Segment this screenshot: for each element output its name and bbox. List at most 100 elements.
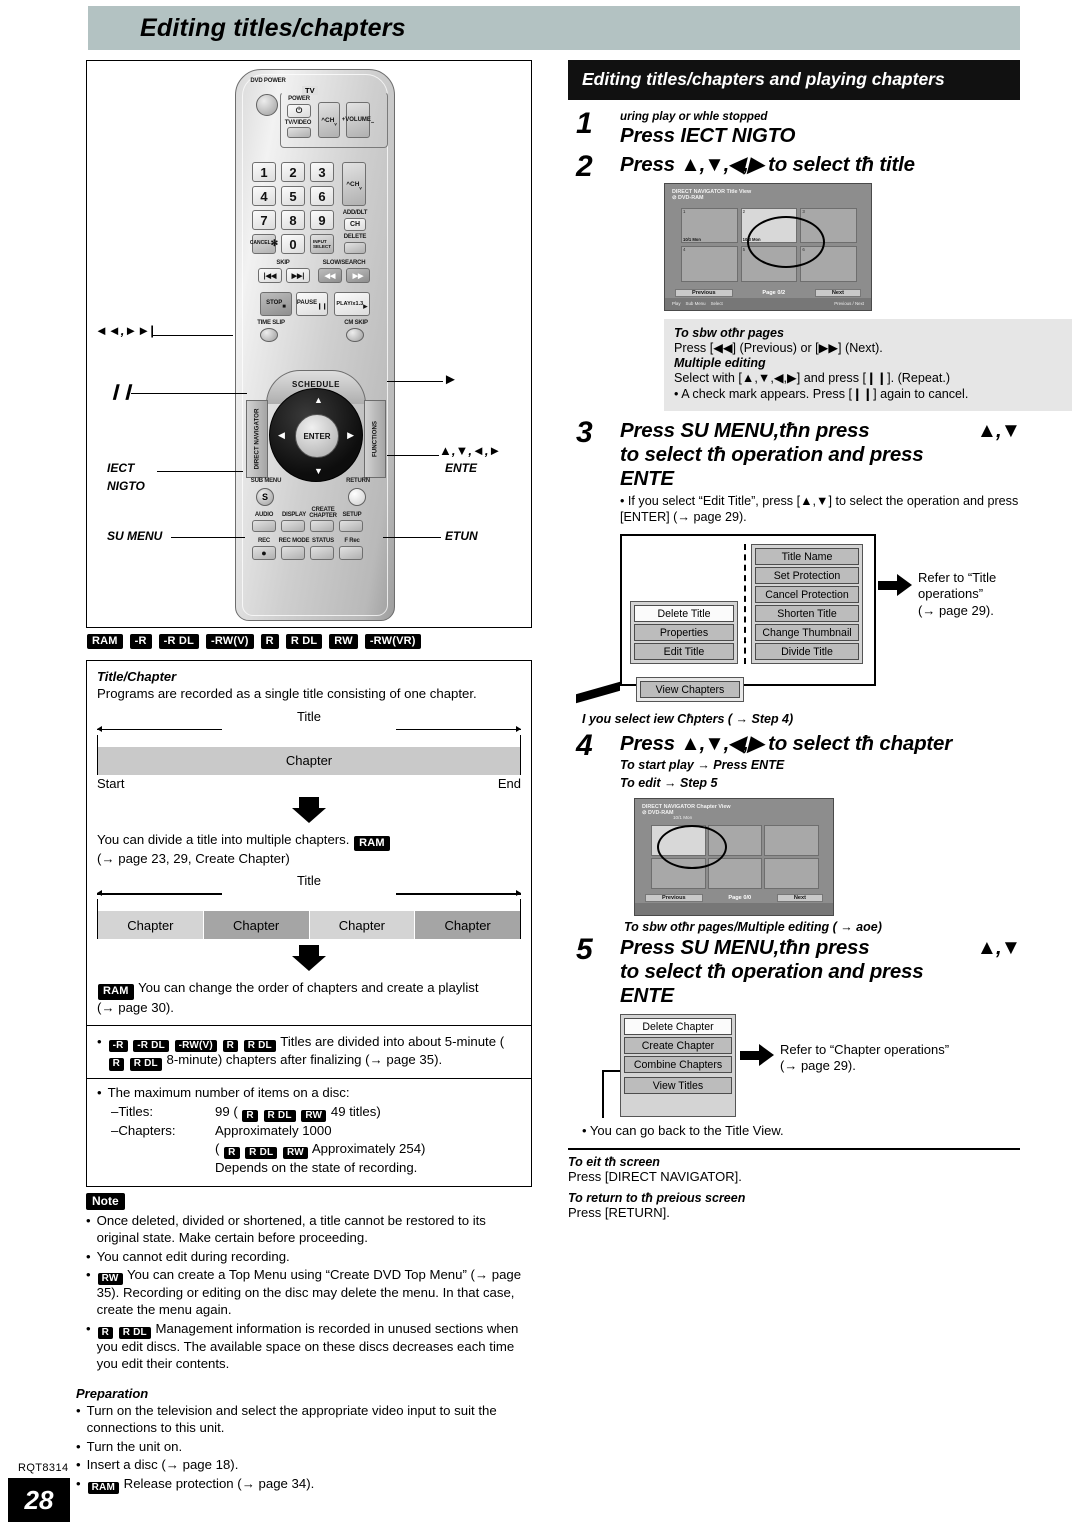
menu-item-cancel-protection[interactable]: Cancel Protection: [755, 586, 859, 604]
next-button[interactable]: Next: [814, 288, 861, 297]
step-4-cursor-keys-icon: ▲,▼,◀,▶: [680, 732, 763, 756]
multi-chapter-diagram: Title Chapter Chapter Chapter Chapter: [97, 873, 521, 940]
menu-item-create-chapter[interactable]: Create Chapter: [624, 1037, 732, 1055]
divide-text: You can divide a title into multiple cha…: [97, 832, 521, 851]
bullet-dot: •: [86, 1267, 91, 1283]
status-button[interactable]: [310, 546, 334, 560]
chapter-cell: Chapter: [98, 746, 520, 775]
stop-button[interactable]: STOP ■: [260, 292, 292, 316]
enter-button[interactable]: ENTER: [295, 414, 339, 458]
time-slip-button[interactable]: [260, 328, 278, 342]
slow-search-rewind-button[interactable]: ◀◀: [318, 268, 342, 283]
cursor-wheel[interactable]: ▲ ▼ ◀ ▶ ENTER: [269, 388, 363, 482]
header-divider: [88, 52, 1020, 55]
numeric-key-4[interactable]: 4: [252, 186, 276, 206]
numeric-key-6[interactable]: 6: [310, 186, 334, 206]
cursor-down-icon[interactable]: ▼: [314, 467, 323, 476]
preparation-text: Turn the unit on.: [86, 1438, 183, 1454]
step-1-headline: Press IECT NIGTO: [620, 124, 796, 148]
return-button[interactable]: [348, 488, 366, 506]
cursor-left-icon[interactable]: ◀: [278, 431, 285, 440]
numeric-key-1[interactable]: 1: [252, 162, 276, 182]
chapter-thumbnail[interactable]: [764, 824, 819, 856]
title-refer-l1: Refer to “Title: [918, 570, 997, 586]
sub-menu-button[interactable]: S: [256, 488, 274, 506]
f-rec-button[interactable]: [339, 546, 363, 560]
cursor-right-icon[interactable]: ▶: [347, 431, 354, 440]
menu-item-view-titles[interactable]: View Titles: [624, 1077, 732, 1095]
disc-badge: -RW(V): [206, 634, 254, 650]
menu-item-set-protection[interactable]: Set Protection: [755, 567, 859, 585]
step-number: 1: [576, 107, 593, 141]
step-4-headline-pre: Press: [620, 732, 675, 756]
menu-item-change-thumbnail[interactable]: Change Thumbnail: [755, 624, 859, 642]
disc-badge: RAM: [87, 1482, 119, 1495]
functions-button[interactable]: FUNCTIONS: [364, 400, 386, 478]
menu-item-combine-chapters[interactable]: Combine Chapters: [624, 1056, 732, 1074]
title-menu-diagram: Delete Title Properties Edit Title Title…: [620, 534, 1020, 703]
rec-mode-button[interactable]: [281, 546, 305, 560]
skip-next-button[interactable]: ▶▶|: [286, 268, 310, 283]
create-chapter-button[interactable]: [310, 520, 334, 532]
menu-item-properties[interactable]: Properties: [634, 624, 734, 642]
cancel-button[interactable]: CANCEL ✻: [250, 234, 278, 254]
cm-skip-button[interactable]: [346, 328, 364, 342]
label-add-dlt: ADD/DLT: [342, 210, 368, 216]
disc-badge: R: [242, 1110, 258, 1123]
tv-volume-button[interactable]: + VOLUME –: [342, 102, 374, 138]
menu-item-edit-title[interactable]: Edit Title: [634, 643, 734, 661]
dvd-power-button[interactable]: [256, 94, 278, 116]
next-button[interactable]: Next: [776, 893, 823, 902]
numeric-key-2[interactable]: 2: [281, 162, 305, 182]
title-thumbnail[interactable]: 4: [681, 246, 738, 282]
numeric-key-8[interactable]: 8: [281, 210, 305, 230]
tv-power-button[interactable]: ⏻: [287, 104, 311, 118]
menu-item-shorten-title[interactable]: Shorten Title: [755, 605, 859, 623]
page-indicator: Page 0/2: [762, 290, 785, 296]
title-thumbnail[interactable]: 1 10/1 Mon: [681, 207, 738, 244]
add-delete-ch-button[interactable]: CH: [344, 218, 366, 231]
callout-direct-navigator-2: NIGTO: [107, 479, 145, 493]
chapter-view-header-line2: DVD-RAM: [648, 810, 674, 817]
note-section: Note • Once deleted, divided or shortene…: [86, 1192, 532, 1375]
menu-item-delete-title[interactable]: Delete Title: [634, 605, 734, 623]
cursor-up-icon[interactable]: ▲: [314, 396, 323, 405]
numeric-key-7[interactable]: 7: [252, 210, 276, 230]
setup-button[interactable]: [339, 520, 363, 532]
page-title: Editing titles/chapters: [140, 13, 406, 42]
page-number: 28: [8, 1478, 70, 1522]
pause-button[interactable]: PAUSE ❙❙: [296, 292, 328, 316]
callout-line-pause: [131, 393, 247, 395]
direct-navigator-button[interactable]: DIRECT NAVIGATOR: [246, 400, 268, 478]
numeric-key-0[interactable]: 0: [281, 234, 305, 254]
note-text: RW You can create a Top Menu using “Crea…: [97, 1267, 532, 1319]
previous-button[interactable]: Previous: [645, 893, 703, 902]
remote-control-figure: DVD POWER TV POWER ⏻ TV/VIDEO ^ CH ᵥ + VOLU…: [86, 60, 532, 628]
chapter-thumbnail[interactable]: [764, 857, 819, 889]
menu-item-delete-chapter[interactable]: Delete Chapter: [624, 1018, 732, 1036]
numeric-key-9[interactable]: 9: [310, 210, 334, 230]
title-refer-l3: (→ page 29).: [918, 602, 994, 618]
disc-badge: RW: [329, 634, 358, 650]
skip-previous-button[interactable]: |◀◀: [258, 268, 282, 283]
numeric-key-3[interactable]: 3: [310, 162, 334, 182]
delete-button[interactable]: [344, 242, 366, 254]
display-button[interactable]: [281, 520, 305, 532]
rec-button[interactable]: ●: [252, 546, 276, 560]
slow-search-forward-button[interactable]: ▶▶: [346, 268, 370, 283]
max-titles-value: 99 ( R R DL RW 49 titles): [215, 1103, 381, 1123]
disc-badge: R: [222, 1040, 239, 1053]
audio-button[interactable]: [252, 520, 276, 532]
tv-channel-button[interactable]: ^ CH ᵥ: [318, 102, 340, 138]
tv-video-button[interactable]: [287, 127, 311, 138]
step-3-note: • If you select “Edit Title”, press [▲,▼…: [620, 494, 1019, 525]
menu-item-title-name[interactable]: Title Name: [755, 548, 859, 566]
play-button[interactable]: PLAY/x1.3 ▶: [334, 292, 370, 316]
disc-compatibility-badges: RAM -R -R DL -RW(V) R R DL RW -RW(VR): [86, 634, 422, 650]
numeric-key-5[interactable]: 5: [281, 186, 305, 206]
channel-button[interactable]: ^ CH ᵥ: [342, 162, 366, 206]
previous-button[interactable]: Previous: [675, 288, 733, 297]
menu-item-divide-title[interactable]: Divide Title: [755, 643, 859, 661]
label-skip: SKIP: [276, 260, 290, 266]
input-select-button[interactable]: INPUT SELECT: [310, 234, 334, 254]
